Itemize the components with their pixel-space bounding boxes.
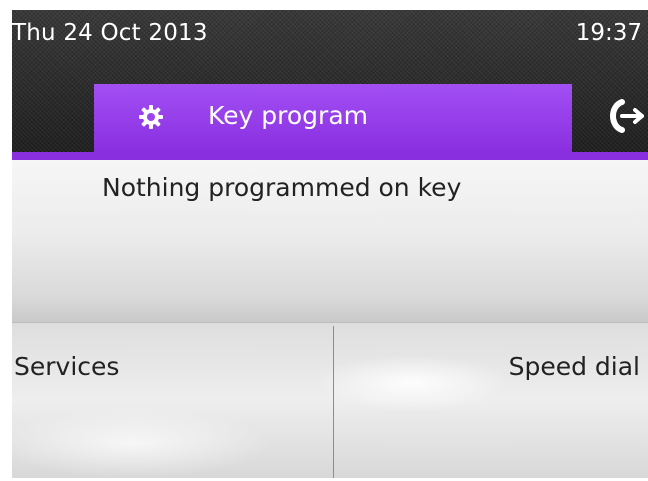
tab-key-program[interactable]: Key program xyxy=(94,84,572,152)
gear-icon xyxy=(138,104,164,130)
tab-underline xyxy=(12,152,648,160)
tab-call-forward[interactable] xyxy=(606,96,648,136)
status-date: Thu 24 Oct 2013 xyxy=(12,20,208,46)
status-time: 19:37 xyxy=(575,20,642,46)
phone-screen: Thu 24 Oct 2013 19:37 Key program Nothin… xyxy=(12,10,648,478)
tab-label: Key program xyxy=(208,101,368,130)
softkey-bar: Services Speed dial xyxy=(12,323,648,478)
message-panel: Nothing programmed on key xyxy=(12,160,648,323)
message-text: Nothing programmed on key xyxy=(102,173,462,202)
speed-dial-key[interactable]: Speed dial xyxy=(334,323,648,478)
services-key[interactable]: Services xyxy=(12,323,333,478)
services-key-label: Services xyxy=(14,352,120,381)
speed-dial-key-label: Speed dial xyxy=(508,352,640,381)
header-bar: Thu 24 Oct 2013 19:37 Key program xyxy=(12,10,648,160)
call-forward-icon xyxy=(606,99,648,140)
